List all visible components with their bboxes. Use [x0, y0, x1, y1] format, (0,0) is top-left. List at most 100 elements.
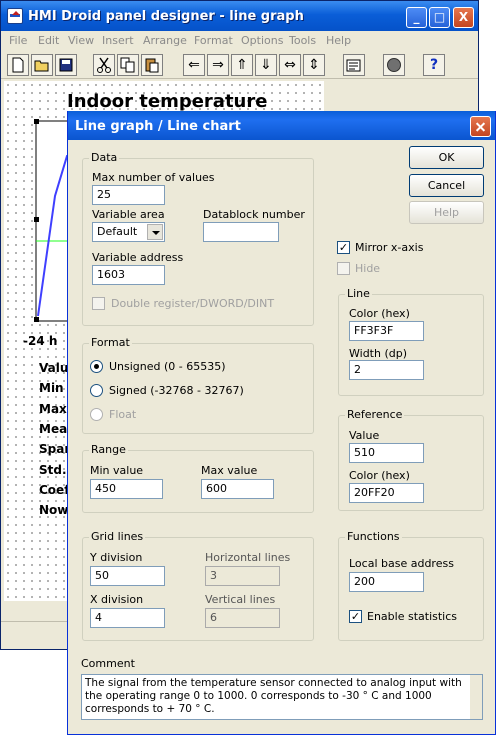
menu-bar: File Edit View Insert Arrange Format Opt…	[1, 31, 478, 51]
x-division-input[interactable]: 4	[90, 608, 165, 628]
datablock-label: Datablock number	[203, 208, 305, 221]
range-legend: Range	[89, 443, 128, 456]
reference-legend: Reference	[345, 408, 405, 421]
line-graph-dialog: Line graph / Line chart Data Max number …	[67, 111, 496, 735]
enable-statistics-label: Enable statistics	[367, 610, 457, 623]
maximize-button[interactable]: □	[429, 7, 450, 28]
dialog-titlebar[interactable]: Line graph / Line chart	[68, 111, 495, 140]
menu-insert[interactable]: Insert	[102, 34, 134, 47]
y-division-input[interactable]: 50	[90, 566, 165, 586]
main-titlebar[interactable]: HMI Droid panel designer - line graph _ …	[1, 1, 478, 31]
base-address-input[interactable]: 200	[349, 572, 424, 592]
variable-area-value: Default	[97, 225, 138, 238]
paste-icon[interactable]	[141, 54, 163, 76]
align-left-icon[interactable]: ⇐	[183, 54, 205, 76]
horizontal-lines-value: 3	[205, 566, 280, 586]
double-register-label: Double register/DWORD/DINT	[111, 297, 275, 310]
variable-area-select[interactable]: Default	[92, 222, 165, 242]
min-value-input[interactable]: 450	[90, 479, 163, 499]
max-value-label: Max value	[201, 464, 258, 477]
menu-format[interactable]: Format	[194, 34, 233, 47]
stat-coef: Coef	[39, 483, 70, 497]
handle-top	[34, 119, 39, 124]
comment-textarea[interactable]: The signal from the temperature sensor c…	[81, 674, 483, 720]
line-color-label: Color (hex)	[349, 307, 410, 320]
unsigned-label: Unsigned (0 - 65535)	[109, 360, 226, 373]
double-register-checkbox[interactable]	[92, 297, 105, 310]
max-values-input[interactable]: 25	[92, 185, 165, 205]
line-color-input[interactable]: FF3F3F	[349, 321, 424, 341]
stat-value: Valu	[39, 361, 69, 375]
vertical-lines-value: 6	[205, 608, 280, 628]
help-button[interactable]: Help	[409, 201, 484, 224]
same-width-icon[interactable]: ⇔	[279, 54, 301, 76]
dialog-close-button[interactable]	[470, 116, 491, 137]
stat-now: Now	[39, 503, 69, 517]
help-icon[interactable]: ?	[423, 54, 445, 76]
ok-button[interactable]: OK	[409, 146, 484, 169]
copy-icon[interactable]	[117, 54, 139, 76]
stat-std: Std.	[39, 463, 67, 477]
handle-middle	[34, 217, 39, 222]
reference-value-label: Value	[349, 429, 380, 442]
menu-tools[interactable]: Tools	[289, 34, 316, 47]
app-icon	[7, 8, 23, 24]
toolbar: ⇐ ⇒ ⇑ ⇓ ⇔ ⇕ ?	[1, 51, 478, 79]
menu-options[interactable]: Options	[241, 34, 283, 47]
cut-icon[interactable]	[93, 54, 115, 76]
datablock-input[interactable]	[203, 222, 279, 242]
comment-label: Comment	[81, 657, 135, 670]
time-label: -24 h	[23, 334, 58, 348]
comment-text: The signal from the temperature sensor c…	[85, 677, 462, 715]
properties-icon[interactable]	[343, 54, 365, 76]
new-icon[interactable]	[7, 54, 29, 76]
same-height-icon[interactable]: ⇕	[303, 54, 325, 76]
min-value-label: Min value	[90, 464, 144, 477]
align-right-icon[interactable]: ⇒	[207, 54, 229, 76]
open-icon[interactable]	[31, 54, 53, 76]
stat-span: Spar	[39, 442, 71, 456]
horizontal-lines-label: Horizontal lines	[205, 551, 291, 564]
align-bottom-icon[interactable]: ⇓	[255, 54, 277, 76]
enable-statistics-checkbox[interactable]: ✓	[349, 610, 362, 623]
main-title: HMI Droid panel designer - line graph	[28, 9, 304, 24]
float-radio[interactable]	[90, 408, 103, 421]
align-top-icon[interactable]: ⇑	[231, 54, 253, 76]
chevron-down-icon[interactable]	[147, 224, 163, 240]
mirror-x-axis-checkbox[interactable]: ✓	[337, 241, 350, 254]
menu-view[interactable]: View	[68, 34, 94, 47]
stat-mean: Mea	[39, 422, 68, 436]
max-values-label: Max number of values	[92, 171, 215, 184]
max-value-input[interactable]: 600	[201, 479, 274, 499]
record-icon[interactable]	[383, 54, 405, 76]
reference-color-label: Color (hex)	[349, 469, 410, 482]
x-division-label: X division	[90, 593, 144, 606]
menu-help[interactable]: Help	[326, 34, 351, 47]
unsigned-radio[interactable]	[90, 360, 103, 373]
reference-color-input[interactable]: 20FF20	[349, 483, 424, 503]
variable-area-label: Variable area	[92, 208, 165, 221]
format-legend: Format	[89, 336, 132, 349]
menu-file[interactable]: File	[9, 34, 27, 47]
minimize-button[interactable]: _	[406, 7, 427, 28]
signed-label: Signed (-32768 - 32767)	[109, 384, 244, 397]
dialog-title: Line graph / Line chart	[75, 119, 241, 134]
signed-radio[interactable]	[90, 384, 103, 397]
data-legend: Data	[89, 151, 120, 164]
reference-value-input[interactable]: 510	[349, 443, 424, 463]
hide-checkbox[interactable]	[337, 262, 350, 275]
handle-bottom	[34, 317, 39, 322]
menu-edit[interactable]: Edit	[38, 34, 59, 47]
variable-address-label: Variable address	[92, 251, 184, 264]
save-icon[interactable]	[55, 54, 77, 76]
grid-lines-legend: Grid lines	[89, 530, 146, 543]
line-width-input[interactable]: 2	[349, 360, 424, 380]
comment-scrollbar[interactable]	[470, 675, 482, 719]
line-legend: Line	[345, 287, 372, 300]
vertical-lines-label: Vertical lines	[205, 593, 276, 606]
main-close-button[interactable]: X	[453, 7, 474, 28]
menu-arrange[interactable]: Arrange	[143, 34, 187, 47]
cancel-button[interactable]: Cancel	[409, 174, 484, 197]
variable-address-input[interactable]: 1603	[92, 265, 165, 285]
hide-label: Hide	[355, 262, 381, 275]
